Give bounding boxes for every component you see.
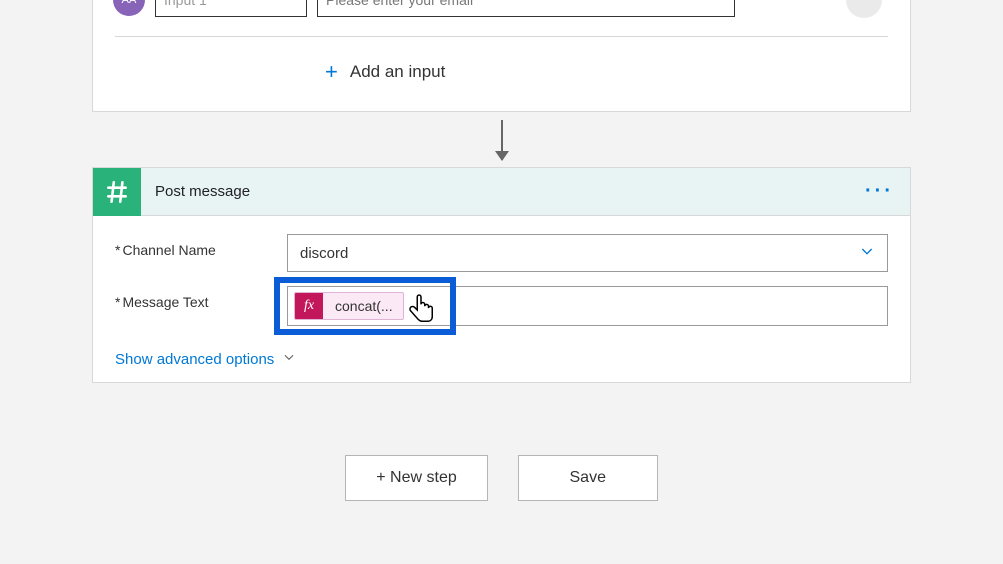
avatar: AA (113, 0, 145, 16)
message-text-input[interactable]: fx concat(... (287, 286, 888, 326)
channel-name-select[interactable]: discord (287, 234, 888, 272)
cursor-hand-icon (406, 293, 436, 332)
action-title: Post message (141, 183, 865, 200)
channel-name-value: discord (300, 245, 348, 262)
add-input-button[interactable]: + Add an input (115, 37, 888, 93)
new-step-button[interactable]: + New step (345, 455, 487, 501)
expression-token[interactable]: fx concat(... (294, 292, 404, 320)
arrow-icon (501, 120, 503, 160)
input-placeholder-field[interactable]: Please enter your email (317, 0, 735, 17)
delete-input-button[interactable] (846, 0, 882, 18)
trigger-card: AA Input 1 Please enter your email + Add… (92, 0, 911, 112)
slack-hash-icon (93, 168, 141, 216)
input-name-field[interactable]: Input 1 (155, 0, 307, 17)
flow-connector (92, 112, 911, 167)
save-button[interactable]: Save (518, 455, 658, 501)
expression-text: concat(... (323, 298, 403, 314)
plus-icon: + (325, 59, 338, 85)
message-text-label: *Message Text (115, 286, 287, 310)
show-advanced-options[interactable]: Show advanced options (115, 340, 888, 368)
action-header[interactable]: Post message ··· (93, 168, 910, 216)
footer-toolbar: + New step Save (92, 383, 911, 501)
action-menu-button[interactable]: ··· (865, 180, 910, 203)
action-card: Post message ··· *Channel Name discord (92, 167, 911, 383)
chevron-down-icon (859, 243, 875, 263)
add-input-label: Add an input (350, 62, 445, 82)
advanced-options-label: Show advanced options (115, 351, 274, 368)
fx-icon: fx (295, 292, 323, 320)
channel-name-label: *Channel Name (115, 234, 287, 258)
input-parameter-row: AA Input 1 Please enter your email (115, 0, 888, 37)
chevron-down-icon (282, 350, 296, 368)
